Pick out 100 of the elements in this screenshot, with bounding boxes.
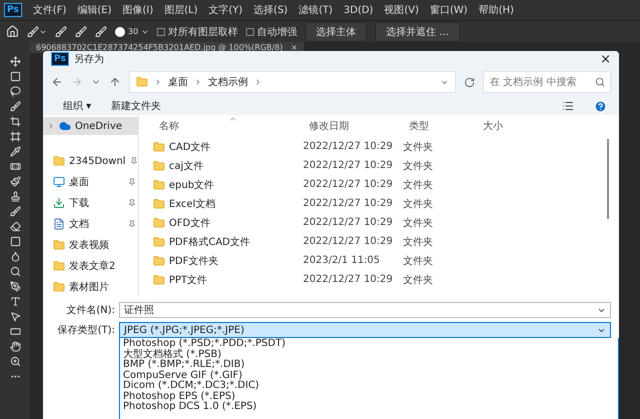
pen-icon[interactable] xyxy=(10,281,20,292)
up-icon[interactable] xyxy=(109,76,121,88)
bandage-icon[interactable] xyxy=(10,161,20,172)
dropdown-option[interactable]: Photoshop EPS (*.EPS) xyxy=(123,392,615,402)
hand-icon[interactable] xyxy=(10,341,20,352)
menu-item[interactable]: 编辑(E) xyxy=(77,3,112,17)
brush-icon[interactable] xyxy=(75,26,87,38)
breadcrumb-item[interactable]: 桌面 xyxy=(168,75,188,90)
menu-item[interactable]: 文字(Y) xyxy=(208,3,243,17)
menu-item[interactable]: 窗口(W) xyxy=(430,3,468,17)
chevron-icon[interactable] xyxy=(47,122,55,130)
type-icon[interactable] xyxy=(10,296,20,307)
file-name[interactable]: caj文件 xyxy=(169,158,204,173)
stamp-icon[interactable] xyxy=(10,191,20,202)
brush-icon[interactable] xyxy=(95,26,107,38)
magnifier-icon[interactable] xyxy=(10,266,20,277)
sidebar-item[interactable]: 发表视频 xyxy=(43,236,138,254)
dropdown-option[interactable]: Photoshop DCS 1.0 (*.EPS) xyxy=(123,402,615,413)
folder-icon xyxy=(153,140,165,153)
menu-item[interactable]: 图像(I) xyxy=(122,3,154,17)
rectangle-icon[interactable] xyxy=(10,326,20,337)
sidebar-item[interactable]: 发表文章2 xyxy=(43,257,138,276)
file-name[interactable]: OFD文件 xyxy=(169,216,210,230)
checkbox[interactable] xyxy=(157,28,166,36)
droplet-icon[interactable] xyxy=(10,251,20,262)
move-icon[interactable] xyxy=(10,56,20,67)
sidebar-item[interactable]: 文档 xyxy=(43,215,138,234)
menu-item[interactable]: 3D(D) xyxy=(344,4,374,16)
brush-tip-icon[interactable] xyxy=(115,26,125,36)
pointer-icon[interactable] xyxy=(10,311,20,322)
eraser-icon[interactable] xyxy=(10,221,20,232)
help-icon[interactable] xyxy=(594,100,607,113)
file-name[interactable]: CAD文件 xyxy=(169,140,211,154)
folder-icon xyxy=(53,155,65,168)
file-name[interactable]: PPT文件 xyxy=(169,272,208,287)
organize-button[interactable]: 组织 ▾ xyxy=(63,99,92,114)
filename-field[interactable]: 证件照 xyxy=(119,302,611,318)
menu-item[interactable]: 图层(L) xyxy=(164,3,198,17)
search-field[interactable]: 在 文档示例 中搜索 xyxy=(483,71,611,94)
search-icon[interactable] xyxy=(595,77,605,88)
eyedropper-icon[interactable] xyxy=(10,146,20,157)
refresh-icon[interactable] xyxy=(464,76,475,88)
dropdown-option[interactable]: CompuServe GIF (*.GIF) xyxy=(123,370,615,382)
option-button[interactable]: 选择并遮住 ... xyxy=(375,22,460,42)
back-icon[interactable] xyxy=(51,76,63,88)
new-folder-button[interactable]: 新建文件夹 xyxy=(111,99,162,114)
menu-item[interactable]: 滤镜(T) xyxy=(298,3,333,17)
folder-icon xyxy=(153,274,165,286)
date-cell-text: 2022/12/27 10:29 xyxy=(303,236,394,248)
sidebar-item[interactable]: 素材图片 xyxy=(43,278,138,296)
column-header[interactable]: 修改日期 xyxy=(303,119,403,134)
dropdown-option[interactable]: Dicom (*.DCM;*.DC3;*.DIC) xyxy=(123,381,615,392)
option-button[interactable]: 选择主体 xyxy=(305,22,368,42)
type-cell-text: 文件夹 xyxy=(403,274,434,287)
desktop-icon xyxy=(53,176,65,188)
brush-icon[interactable] xyxy=(27,26,39,38)
sidebar-item[interactable]: 桌面 xyxy=(43,173,138,192)
menu-item[interactable]: 文件(F) xyxy=(32,3,66,17)
dialog-title: 另存为 xyxy=(74,52,104,66)
sidebar-item[interactable]: 下载 xyxy=(43,194,138,212)
checkbox[interactable] xyxy=(246,28,254,36)
type-cell-text: 文件夹 xyxy=(403,198,434,211)
checkbox-label: 对所有图层取样 xyxy=(168,26,238,38)
file-name[interactable]: PDF格式CAD文件 xyxy=(169,234,250,249)
home-icon[interactable] xyxy=(6,25,19,38)
file-name[interactable]: PDF文件夹 xyxy=(169,254,218,268)
column-header[interactable]: 大小 xyxy=(477,119,525,134)
download-icon xyxy=(53,197,65,210)
type-cell-text: 文件夹 xyxy=(403,254,434,268)
dropdown-option[interactable]: BMP (*.BMP;*.RLE;*.DIB) xyxy=(123,360,615,371)
filetype-dropdown[interactable]: JPEG (*.JPG;*.JPEG;*.JPE) xyxy=(119,322,611,338)
marquee-icon[interactable] xyxy=(10,71,20,82)
zoom-icon[interactable] xyxy=(10,356,20,367)
column-header[interactable]: 类型 xyxy=(403,119,477,134)
field-label: 保存类型(T): xyxy=(56,324,116,338)
date-cell-text: 2022/12/27 10:29 xyxy=(303,274,394,286)
menu-item[interactable]: 帮助(H) xyxy=(478,3,514,17)
menu-item[interactable]: 视图(V) xyxy=(384,3,419,17)
breadcrumb-item[interactable]: 文档示例 xyxy=(208,75,248,90)
field-label: 文件名(N): xyxy=(65,304,116,318)
type-cell-text: 文件夹 xyxy=(403,160,434,173)
sidebar-item[interactable]: OneDrive xyxy=(43,117,138,136)
close-button[interactable]: × xyxy=(600,52,611,67)
address-bar[interactable]: 桌面 文档示例 xyxy=(129,71,456,94)
menu-item[interactable]: 选择(S) xyxy=(254,3,288,17)
lasso-icon[interactable] xyxy=(10,86,20,97)
file-name[interactable]: epub文件 xyxy=(169,178,214,192)
sidebar-item[interactable]: 2345Downl xyxy=(43,152,138,170)
brush-icon[interactable] xyxy=(10,176,20,187)
brush-size: 30 xyxy=(128,27,138,36)
checkbox-label: 自动增强 xyxy=(257,26,298,38)
scrollbar[interactable] xyxy=(607,139,609,220)
folder-icon xyxy=(153,198,165,210)
brush-icon[interactable] xyxy=(55,26,67,38)
dropdown-option[interactable]: 大型文档格式 (*.PSB) xyxy=(123,350,615,360)
file-name[interactable]: Excel文档 xyxy=(169,196,216,211)
folder-icon xyxy=(153,216,165,229)
crop-icon[interactable] xyxy=(10,116,20,127)
dropdown-option[interactable]: Photoshop (*.PSD;*.PDD;*.PSDT) xyxy=(123,339,615,350)
column-header[interactable]: 名称 xyxy=(153,119,303,134)
